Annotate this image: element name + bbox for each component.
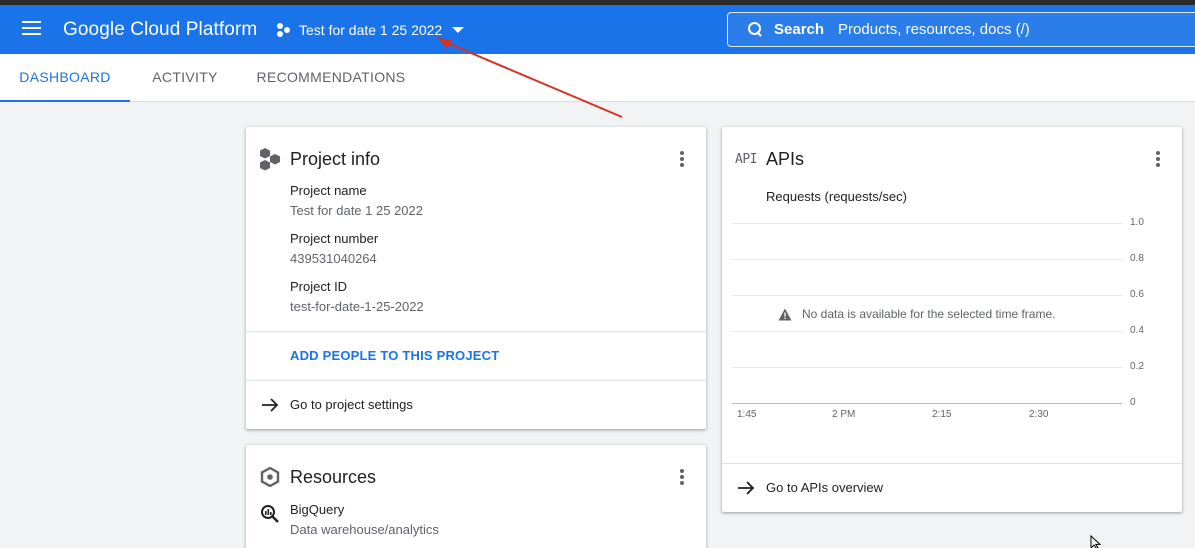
mouse-cursor-icon [1090, 535, 1102, 548]
annotation-arrow [437, 38, 623, 118]
